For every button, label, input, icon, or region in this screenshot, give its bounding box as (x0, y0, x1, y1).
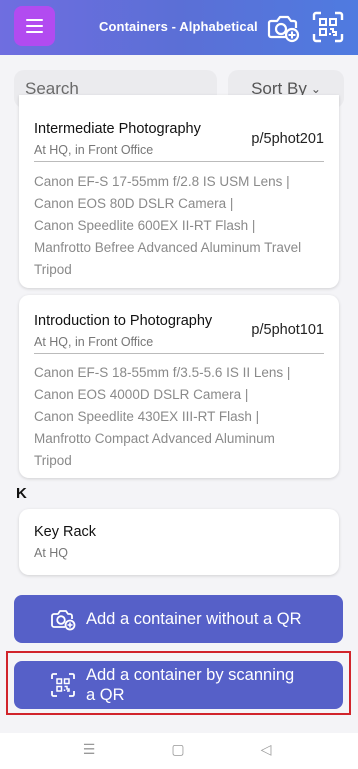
container-code: p/5phot101 (251, 322, 324, 338)
app-header: Containers - Alphabetical (0, 0, 358, 55)
container-card[interactable]: Introduction to Photography At HQ, in Fr… (19, 295, 339, 478)
container-title: Key Rack (34, 524, 97, 540)
camera-add-icon (51, 610, 76, 631)
highlight-box (6, 651, 351, 715)
add-container-without-qr-label: Add a container without a QR (86, 610, 302, 628)
container-items: Canon EF-S 17-55mm f/2.8 IS USM Lens | C… (34, 171, 329, 281)
menu-button[interactable] (14, 6, 55, 46)
item-line: Canon EOS 4000D DSLR Camera | (34, 387, 249, 402)
container-title: Introduction to Photography (34, 313, 213, 329)
camera-add-icon[interactable] (266, 10, 300, 44)
item-line: Manfrotto Befree Advanced Aluminum Trave… (34, 240, 302, 255)
divider (34, 353, 324, 354)
item-line: Canon EOS 80D DSLR Camera | (34, 196, 234, 211)
item-line: Canon Speedlite 600EX II-RT Flash | (34, 218, 256, 233)
item-line: Canon EF-S 17-55mm f/2.8 IS USM Lens | (34, 174, 290, 189)
system-nav-bar: ☰ ▢ ◁ (0, 733, 358, 769)
container-location: At HQ (34, 546, 69, 560)
container-list-area: Sort By ⌄ Intermediate Photography At HQ… (0, 55, 358, 733)
container-items: Canon EF-S 18-55mm f/3.5-5.6 IS II Lens … (34, 362, 329, 472)
container-title: Intermediate Photography (34, 121, 201, 137)
section-header-k: K (16, 485, 27, 502)
hamburger-icon (26, 19, 43, 21)
container-code: p/5phot201 (251, 131, 324, 147)
add-container-without-qr-button[interactable]: Add a container without a QR (14, 595, 343, 643)
item-line: Tripod (34, 453, 72, 468)
container-location: At HQ, in Front Office (34, 143, 154, 157)
container-card[interactable]: Intermediate Photography At HQ, in Front… (19, 95, 339, 288)
qr-scan-icon[interactable] (311, 10, 345, 44)
home-icon[interactable]: ▢ (168, 741, 188, 761)
page-title: Containers - Alphabetical (99, 19, 258, 34)
item-line: Tripod (34, 262, 72, 277)
item-line: Manfrotto Compact Advanced Aluminum (34, 431, 275, 446)
item-line: Canon EF-S 18-55mm f/3.5-5.6 IS II Lens … (34, 365, 291, 380)
container-location: At HQ, in Front Office (34, 335, 154, 349)
divider (34, 161, 324, 162)
item-line: Canon Speedlite 430EX III-RT Flash | (34, 409, 260, 424)
recent-apps-icon[interactable]: ☰ (79, 741, 99, 761)
chevron-down-icon: ⌄ (310, 82, 321, 96)
back-icon[interactable]: ◁ (256, 741, 276, 761)
container-card[interactable]: Key Rack At HQ (19, 509, 339, 575)
